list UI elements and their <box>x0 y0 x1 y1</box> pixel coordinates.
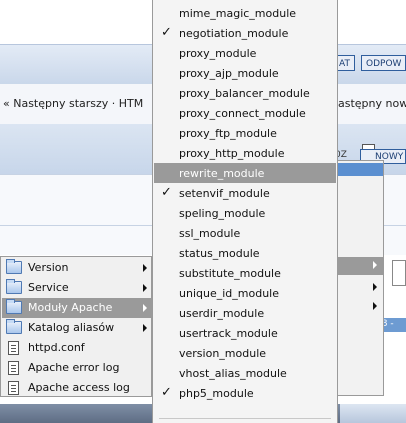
menu-item-alias-directory[interactable]: Katalog aliasów <box>2 318 151 338</box>
menu-item-access-log[interactable]: Apache access log <box>2 378 151 398</box>
next-thread-link[interactable]: astępny now <box>338 97 406 110</box>
apache-modules-menu: mime_magic_module ✓ negotiation_module p… <box>152 0 338 423</box>
folder-icon <box>6 319 22 334</box>
menu-item-service[interactable]: Service <box>2 278 151 298</box>
module-label: usertrack_module <box>179 327 278 340</box>
folder-icon <box>6 299 22 314</box>
module-label: mime_magic_module <box>179 7 297 20</box>
module-item[interactable]: ✓ negotiation_module <box>154 23 336 43</box>
module-label: ssl_module <box>179 227 241 240</box>
adjacent-submenu <box>334 160 384 396</box>
document-icon <box>8 381 19 395</box>
module-item[interactable]: vhost_alias_module <box>154 363 336 383</box>
document-icon <box>8 361 19 375</box>
module-label: proxy_module <box>179 47 257 60</box>
checkmark-icon: ✓ <box>161 185 172 200</box>
menu-item-label: Service <box>28 281 69 294</box>
module-item[interactable]: rewrite_module <box>154 163 336 183</box>
module-item[interactable]: proxy_ajp_module <box>154 63 336 83</box>
module-label: php5_module <box>179 387 254 400</box>
chevron-right-icon <box>143 304 147 312</box>
odpow-button[interactable]: ODPOW <box>361 55 406 71</box>
module-item[interactable]: proxy_connect_module <box>154 103 336 123</box>
taskbar-right <box>340 404 406 423</box>
module-item[interactable]: unique_id_module <box>154 283 336 303</box>
module-item[interactable]: version_module <box>154 343 336 363</box>
module-label: proxy_ajp_module <box>179 67 279 80</box>
menu-item-version[interactable]: Version <box>2 258 151 278</box>
chevron-right-icon <box>373 302 377 310</box>
module-item[interactable]: ✓ setenvif_module <box>154 183 336 203</box>
checkmark-icon: ✓ <box>161 385 172 400</box>
module-label: rewrite_module <box>179 167 265 180</box>
module-label: speling_module <box>179 207 266 220</box>
module-item[interactable]: proxy_ftp_module <box>154 123 336 143</box>
menu-item-label: Katalog aliasów <box>28 321 115 334</box>
menu-item-label: Apache access log <box>28 381 130 394</box>
module-label: status_module <box>179 247 260 260</box>
document-icon <box>8 341 19 355</box>
module-item[interactable]: speling_module <box>154 203 336 223</box>
module-label: proxy_http_module <box>179 147 285 160</box>
module-label: unique_id_module <box>179 287 279 300</box>
module-label: negotiation_module <box>179 27 289 40</box>
chevron-right-icon <box>373 283 377 291</box>
module-item[interactable]: usertrack_module <box>154 323 336 343</box>
menu-item-label: Version <box>28 261 69 274</box>
module-label: proxy_balancer_module <box>179 87 310 100</box>
dropdown-arrow[interactable] <box>392 260 406 286</box>
menu-item-httpd-conf[interactable]: httpd.conf <box>2 338 151 358</box>
menu-item-label: Moduły Apache <box>28 301 113 314</box>
module-item[interactable]: userdir_module <box>154 303 336 323</box>
module-item[interactable]: proxy_http_module <box>154 143 336 163</box>
module-label: vhost_alias_module <box>179 367 287 380</box>
chevron-right-icon <box>143 284 147 292</box>
module-item[interactable]: proxy_balancer_module <box>154 83 336 103</box>
apache-menu: Version Service Moduły Apache Katalog al… <box>0 256 152 397</box>
menu-item-apache-modules[interactable]: Moduły Apache <box>2 298 151 318</box>
chevron-right-icon <box>373 261 377 269</box>
module-label: proxy_connect_module <box>179 107 306 120</box>
menu-item-label: httpd.conf <box>28 341 85 354</box>
module-label: proxy_ftp_module <box>179 127 277 140</box>
folder-icon <box>6 279 22 294</box>
module-item[interactable]: proxy_module <box>154 43 336 63</box>
module-label: userdir_module <box>179 307 265 320</box>
module-item[interactable]: ssl_module <box>154 223 336 243</box>
module-label: setenvif_module <box>179 187 270 200</box>
prev-thread-link[interactable]: « Następny starszy · HTM <box>3 97 143 110</box>
menu-item-label: Apache error log <box>28 361 120 374</box>
menu-item-error-log[interactable]: Apache error log <box>2 358 151 378</box>
menu-separator <box>159 418 331 419</box>
module-item[interactable]: status_module <box>154 243 336 263</box>
module-item[interactable]: substitute_module <box>154 263 336 283</box>
module-item[interactable]: mime_magic_module <box>154 3 336 23</box>
chevron-right-icon <box>143 264 147 272</box>
folder-icon <box>6 259 22 274</box>
submenu-highlight <box>335 163 383 176</box>
module-label: version_module <box>179 347 267 360</box>
module-label: substitute_module <box>179 267 281 280</box>
chevron-right-icon <box>143 324 147 332</box>
checkmark-icon: ✓ <box>161 25 172 40</box>
module-item[interactable]: ✓ php5_module <box>154 383 336 403</box>
